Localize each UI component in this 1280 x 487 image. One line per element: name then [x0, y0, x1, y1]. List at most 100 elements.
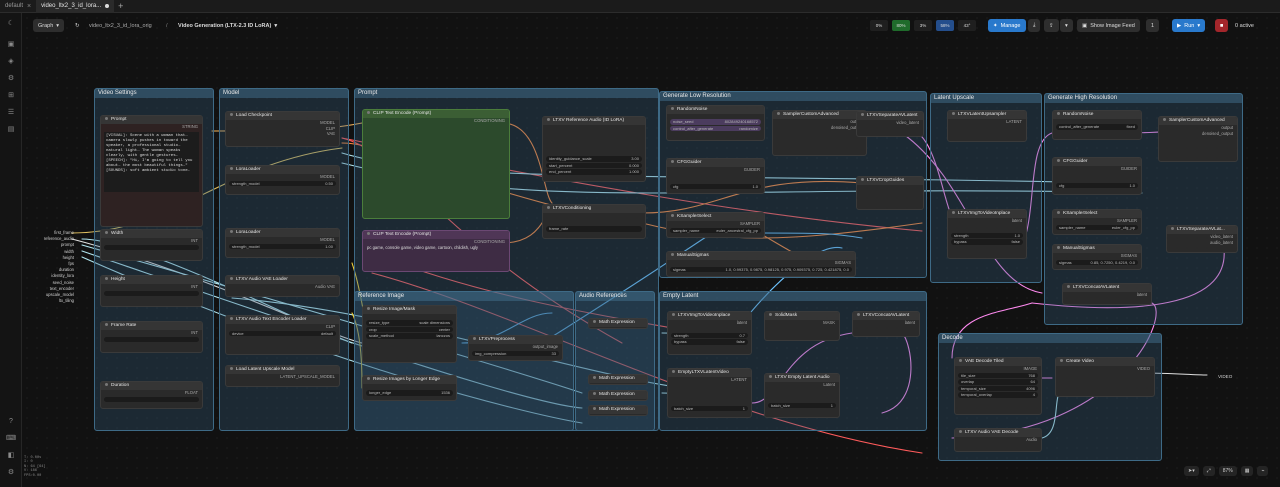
- zoom-level[interactable]: 87%: [1218, 466, 1237, 476]
- workflow-title[interactable]: Video Generation (LTX-2.3 ID LoRA) ▾: [173, 19, 282, 32]
- show-image-feed-button[interactable]: ▣ Show Image Feed: [1077, 19, 1140, 32]
- end-percent-widget[interactable]: end_percent 1.000: [546, 169, 642, 175]
- assets-icon[interactable]: ▤: [5, 124, 17, 134]
- node-empty-ltxv-latent-video[interactable]: EmptyLTXVLatentVideo LATENT batch_size 1: [667, 368, 752, 418]
- models-icon[interactable]: ⚙: [5, 73, 17, 83]
- node-concat-av-latent-1[interactable]: LTXVConcatAVLatent latent: [852, 311, 920, 337]
- node-sampler-custom-advanced[interactable]: SamplerCustomAdvanced output denoised_ou…: [772, 110, 867, 156]
- node-random-noise[interactable]: RandomNoise noise_seed 802849240168572 co…: [666, 105, 765, 141]
- value-widget[interactable]: [104, 336, 199, 343]
- graph-mode-dropdown[interactable]: Graph ▾: [33, 19, 65, 32]
- link-visibility-icon[interactable]: ⌁: [1257, 466, 1269, 476]
- node-latent-upsampler[interactable]: LTXVLatentUpsampler LATENT: [947, 110, 1027, 142]
- temporal-overlap-widget[interactable]: temporal_overlap 4: [958, 392, 1038, 398]
- img-compression-widget[interactable]: img_compression 33: [472, 350, 559, 357]
- batch-count-input[interactable]: 1: [1146, 19, 1160, 32]
- tab-default[interactable]: default ×: [0, 0, 36, 13]
- overlap-widget[interactable]: overlap 64: [958, 379, 1038, 385]
- temporal-size-widget[interactable]: temporal_size 4096: [958, 385, 1038, 392]
- node-crop-guides[interactable]: LTXVCropGuides: [856, 176, 924, 210]
- node-height[interactable]: Height INT: [100, 275, 203, 307]
- node-math-expression[interactable]: Math Expression: [588, 390, 648, 401]
- strength-widget[interactable]: strength_model 0.50: [229, 180, 336, 187]
- node-ksampler-select[interactable]: KSamplerSelect SAMPLER sampler_name euler…: [666, 212, 765, 238]
- sigmas-widget[interactable]: sigmas 1.0, 0.99375, 0.9875, 0.98125, 0.9…: [670, 266, 852, 273]
- node-cfg-guider-2[interactable]: CFGGuider GUIDER cfg 1.0: [1052, 157, 1142, 195]
- active-queue-count[interactable]: 0 active: [1230, 19, 1259, 32]
- strength-widget[interactable]: strength_model 1.00: [229, 243, 336, 250]
- node-separate-av-latent-2[interactable]: LTXVSeparateAVLat... video_latent audio_…: [1166, 225, 1238, 253]
- node-reference-audio[interactable]: LTXV Reference Audio (ID LoRA) identity_…: [542, 116, 646, 182]
- nodes-icon[interactable]: ◈: [5, 56, 17, 66]
- new-tab-button[interactable]: +: [114, 1, 127, 11]
- pointer-mode-icon[interactable]: ➤▾: [1184, 466, 1199, 476]
- stop-button[interactable]: ■: [1215, 19, 1229, 32]
- guidance-widget[interactable]: identity_guidance_scale 3.00: [546, 156, 642, 162]
- noise-seed-widget[interactable]: noise_seed 802849240168572: [670, 119, 761, 125]
- node-empty-latent-audio[interactable]: LTXV Empty Latent Audio Latent batch_siz…: [764, 373, 840, 418]
- node-prompt[interactable]: Prompt STRING [VISUAL]: Scene with a wom…: [100, 115, 203, 227]
- minimap-icon[interactable]: ▦: [1240, 466, 1254, 476]
- graph-canvas[interactable]: Graph ▾ ↻ video_ltx2_3_id_lora_orig / Vid…: [22, 13, 1280, 487]
- node-resize-image-mask[interactable]: Resize Image/Mask resize_type scale dimen…: [362, 305, 457, 363]
- sampler-name-widget[interactable]: sampler_name euler_cfg_pp: [1056, 224, 1138, 231]
- crop-widget[interactable]: crop center: [366, 326, 453, 333]
- node-solid-mask[interactable]: SolidMask MASK: [764, 311, 840, 341]
- history-icon[interactable]: ↻: [70, 19, 85, 32]
- terminal-icon[interactable]: ⌨: [5, 433, 17, 443]
- longer-edge-widget[interactable]: longer_edge 1536: [366, 390, 453, 396]
- node-load-latent-upscale-model[interactable]: Load Latent Upscale Model LATENT_UPSCALE…: [225, 365, 340, 387]
- run-button[interactable]: ▶ Run ▾: [1172, 19, 1206, 32]
- node-width[interactable]: Width INT: [100, 229, 203, 261]
- node-clip-text-encode-negative[interactable]: CLIP Text Encode (Prompt) CONDITIONING p…: [362, 230, 510, 272]
- cfg-widget[interactable]: cfg 1.0: [670, 183, 761, 190]
- save-icon[interactable]: ⤓: [1028, 19, 1041, 32]
- node-random-noise-2[interactable]: RandomNoise control_after_generate fixed: [1052, 110, 1142, 140]
- node-clip-text-encode-positive[interactable]: CLIP Text Encode (Prompt) CONDITIONING: [362, 109, 510, 219]
- frame-rate-widget[interactable]: frame_rate: [546, 226, 642, 232]
- node-audio-vae-decode[interactable]: LTXV Audio VAE Decode Audio: [954, 428, 1042, 452]
- sampler-name-widget[interactable]: sampler_name euler_ancestral_cfg_pp: [670, 227, 761, 234]
- tab-workflow[interactable]: video_ltx2_3_id_lora...: [36, 0, 115, 13]
- sigmas-widget[interactable]: sigmas 0.85, 0.7250, 0.4219, 0.0: [1056, 259, 1138, 266]
- node-sampler-custom-advanced-2[interactable]: SamplerCustomAdvanced output denoised_ou…: [1158, 116, 1238, 162]
- value-widget[interactable]: [104, 244, 199, 251]
- node-separate-av-latent[interactable]: LTXVSeparateAVLatent video_latent: [856, 111, 924, 137]
- node-img-to-video-inplace-2[interactable]: LTXVImgToVideoInplace latent strength 0.7…: [667, 311, 752, 355]
- prompt-textarea[interactable]: [VISUAL]: Scene with a woman that… camer…: [104, 131, 199, 192]
- control-after-generate-widget[interactable]: control_after_generate randomize: [670, 125, 761, 132]
- node-audio-text-encoder-loader[interactable]: LTXV Audio Text Encoder Loader CLIP devi…: [225, 315, 340, 355]
- keyboard-icon[interactable]: ◧: [5, 450, 17, 460]
- resize-type-widget[interactable]: resize_type scale dimensions: [366, 320, 453, 326]
- node-math-expression[interactable]: Math Expression: [588, 318, 648, 329]
- value-widget[interactable]: [104, 396, 199, 403]
- node-math-expression[interactable]: Math Expression: [588, 374, 648, 385]
- device-widget[interactable]: device default: [229, 330, 336, 337]
- node-ltxv-preprocess[interactable]: LTXVPreprocess output_image img_compress…: [468, 335, 563, 361]
- negative-prompt-text[interactable]: pc game, console game, video game, carto…: [363, 245, 509, 251]
- value-widget[interactable]: [104, 290, 199, 297]
- bypass-widget[interactable]: bypass false: [951, 239, 1023, 245]
- node-audio-vae-loader[interactable]: LTXV Audio VAE Loader Audio VAE: [225, 275, 340, 297]
- node-manual-sigmas-2[interactable]: ManualSigmas SIGMAS sigmas 0.85, 0.7250, …: [1052, 244, 1142, 270]
- node-manual-sigmas[interactable]: ManualSigmas SIGMAS sigmas 1.0, 0.99375, …: [666, 251, 856, 277]
- export-icon[interactable]: ⇪: [1044, 19, 1059, 32]
- node-img-to-video-inplace[interactable]: LTXVImgToVideoInplace latent strength 1.0…: [947, 209, 1027, 259]
- node-load-checkpoint[interactable]: Load Checkpoint MODEL CLIP VAE: [225, 111, 340, 147]
- manage-button[interactable]: ✦ Manage: [988, 19, 1026, 32]
- help-icon[interactable]: ?: [5, 416, 17, 426]
- bypass-widget[interactable]: bypass false: [671, 339, 748, 345]
- queue-icon[interactable]: ▣: [5, 39, 17, 49]
- node-ltxv-conditioning[interactable]: LTXVConditioning frame_rate: [542, 204, 646, 239]
- node-vae-decode-tiled[interactable]: VAE Decode Tiled IMAGE tile_size 768 over…: [954, 357, 1042, 415]
- batch-size-widget[interactable]: batch_size 1: [768, 402, 836, 409]
- tile-size-widget[interactable]: tile_size 768: [958, 372, 1038, 379]
- fit-view-icon[interactable]: ⤢: [1202, 466, 1215, 476]
- node-resize-by-longer-edge[interactable]: Resize Images by Longer Edge longer_edge…: [362, 375, 457, 401]
- strength-widget[interactable]: strength 0.7: [671, 332, 748, 339]
- node-concat-av-latent[interactable]: LTXVConcatAVLatent latent: [1062, 283, 1152, 305]
- batch-size-widget[interactable]: batch_size 1: [671, 405, 748, 412]
- close-icon[interactable]: ×: [27, 3, 31, 10]
- start-percent-widget[interactable]: start_percent 0.000: [546, 162, 642, 169]
- settings-icon[interactable]: ⚙: [5, 467, 17, 477]
